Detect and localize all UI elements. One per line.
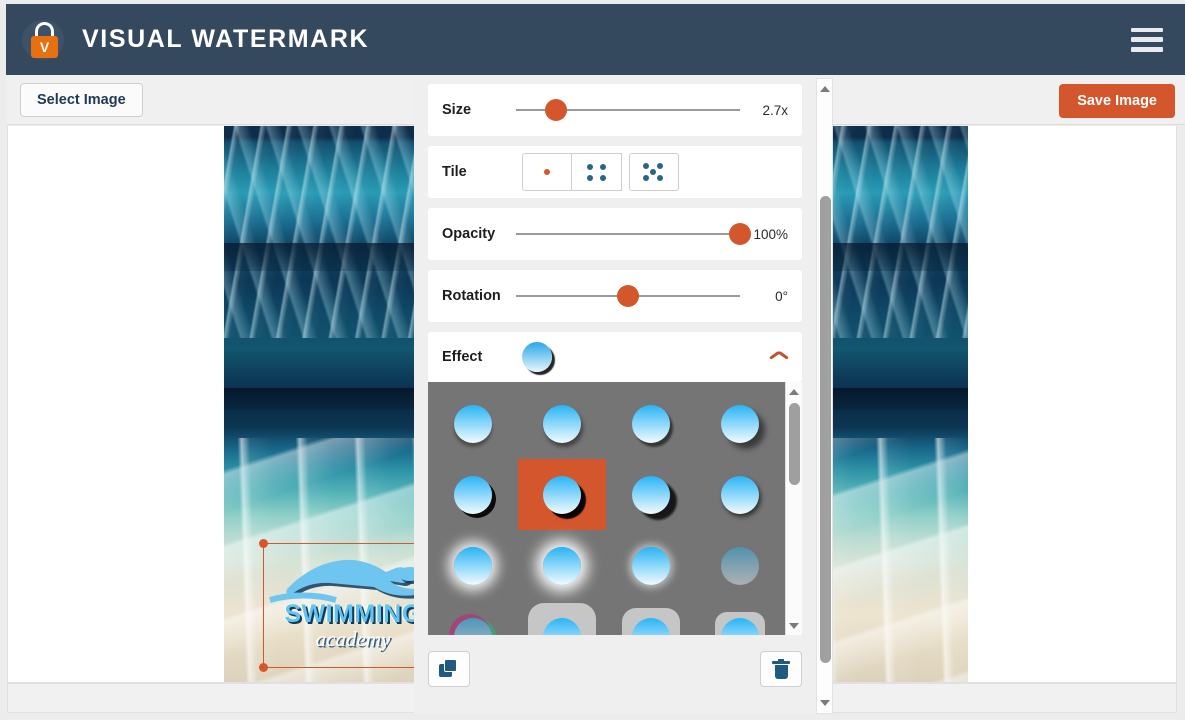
size-label: Size bbox=[442, 102, 472, 118]
effect-item-shadow-soft-bottom[interactable] bbox=[429, 388, 517, 459]
tile-label: Tile bbox=[442, 164, 467, 180]
rotation-value: 0° bbox=[775, 288, 788, 304]
effect-swatch bbox=[632, 617, 671, 635]
effect-item-glow-white-soft[interactable] bbox=[429, 530, 517, 601]
brand-logo[interactable]: V VISUAL WATERMARK bbox=[22, 17, 369, 63]
effect-swatch bbox=[721, 546, 760, 585]
effect-swatch bbox=[721, 404, 760, 443]
panel-scroll-down-button[interactable] bbox=[817, 695, 832, 711]
effect-item-shadow-blur-large[interactable] bbox=[696, 388, 784, 459]
effect-item-shadow-soft-offset[interactable] bbox=[518, 388, 606, 459]
effect-frame bbox=[622, 607, 681, 635]
copy-icon bbox=[439, 659, 459, 679]
rotation-slider[interactable] bbox=[516, 284, 740, 308]
resize-handle-bottom-left[interactable] bbox=[259, 663, 268, 672]
triangle-up-icon bbox=[819, 86, 830, 92]
effect-item-glow-white-strong[interactable] bbox=[518, 530, 606, 601]
effect-label: Effect bbox=[442, 349, 483, 365]
brand-name: VISUAL WATERMARK bbox=[82, 25, 370, 53]
opacity-row: Opacity 100% bbox=[428, 208, 802, 260]
effect-item-shadow-hard-offset[interactable] bbox=[607, 388, 695, 459]
effect-swatch bbox=[632, 546, 671, 585]
slider-track bbox=[516, 233, 740, 235]
panel-scroll-up-button[interactable] bbox=[817, 81, 832, 97]
effect-swatch bbox=[632, 404, 671, 443]
rotation-label: Rotation bbox=[442, 288, 501, 304]
duplicate-watermark-button[interactable] bbox=[428, 651, 470, 687]
resize-handle-top-left[interactable] bbox=[259, 539, 268, 548]
scroll-down-button[interactable] bbox=[786, 618, 802, 633]
effect-grid-items bbox=[428, 382, 785, 635]
hamburger-bar bbox=[1131, 27, 1163, 32]
effect-swatch bbox=[453, 546, 492, 585]
app-header: V VISUAL WATERMARK bbox=[6, 4, 1185, 75]
app-window: V VISUAL WATERMARK Select Image Save Ima… bbox=[0, 0, 1185, 720]
tile-option-group bbox=[522, 153, 679, 191]
effect-swatch bbox=[542, 475, 581, 514]
effect-swatch bbox=[721, 475, 760, 514]
opacity-label: Opacity bbox=[442, 226, 496, 242]
drop-shadow-circle-icon bbox=[522, 342, 552, 372]
effect-swatch bbox=[542, 617, 581, 635]
panel-scrollbar[interactable] bbox=[816, 78, 833, 714]
effect-swatch bbox=[453, 617, 492, 635]
single-dot-icon bbox=[544, 169, 550, 175]
tile-row: Tile bbox=[428, 146, 802, 198]
effect-item-frame-rounded-medium[interactable] bbox=[607, 601, 695, 635]
select-image-button[interactable]: Select Image bbox=[20, 83, 143, 117]
effect-frame bbox=[715, 611, 766, 635]
effect-swatch bbox=[542, 546, 581, 585]
effect-item-frame-rounded-thick[interactable] bbox=[518, 601, 606, 635]
effect-item-fade-translucent[interactable] bbox=[696, 530, 784, 601]
effect-swatch bbox=[542, 404, 581, 443]
tile-option-diamond[interactable] bbox=[629, 153, 679, 191]
effect-swatch bbox=[453, 475, 492, 514]
save-image-button[interactable]: Save Image bbox=[1059, 84, 1175, 118]
rotation-slider-knob[interactable] bbox=[617, 285, 639, 307]
effect-item-selected[interactable] bbox=[517, 459, 606, 530]
size-slider[interactable] bbox=[516, 98, 740, 122]
tile-option-grid[interactable] bbox=[572, 153, 622, 191]
size-slider-knob[interactable] bbox=[545, 99, 568, 121]
scrollbar-thumb[interactable] bbox=[789, 403, 800, 485]
effect-item-shadow-hard-right[interactable] bbox=[607, 459, 695, 530]
triangle-down-icon bbox=[789, 622, 799, 629]
effect-grid[interactable] bbox=[428, 382, 802, 635]
rotation-row: Rotation 0° bbox=[428, 270, 802, 322]
opacity-slider[interactable] bbox=[516, 222, 751, 246]
watermark-settings-panel: Size 2.7x Tile Opacity 100% Rotation 0° … bbox=[414, 78, 816, 714]
watermark-actions bbox=[428, 646, 802, 692]
triangle-up-icon bbox=[789, 388, 799, 395]
panel-scrollbar-thumb[interactable] bbox=[820, 196, 831, 663]
hamburger-bar bbox=[1131, 47, 1163, 52]
effect-item-shadow-blur-medium[interactable] bbox=[696, 459, 784, 530]
size-row: Size 2.7x bbox=[428, 84, 802, 136]
scroll-up-button[interactable] bbox=[786, 384, 802, 399]
tile-option-single[interactable] bbox=[522, 153, 572, 191]
padlock-v-icon: V bbox=[22, 17, 68, 63]
effect-swatch bbox=[453, 404, 492, 443]
triangle-down-icon bbox=[819, 700, 830, 706]
four-dot-grid-icon bbox=[586, 161, 608, 183]
effect-swatch bbox=[632, 475, 671, 514]
effect-grid-scrollbar[interactable] bbox=[785, 382, 802, 635]
delete-watermark-button[interactable] bbox=[760, 651, 802, 687]
hamburger-bar bbox=[1131, 37, 1163, 42]
padlock-body: V bbox=[31, 35, 58, 58]
size-value: 2.7x bbox=[762, 102, 788, 118]
effect-frame bbox=[527, 602, 596, 635]
trash-icon bbox=[772, 659, 790, 679]
five-dot-diamond-icon bbox=[642, 161, 666, 183]
effect-row[interactable]: Effect bbox=[428, 332, 802, 382]
opacity-slider-knob[interactable] bbox=[729, 223, 751, 245]
hamburger-menu-icon[interactable] bbox=[1131, 27, 1163, 52]
effect-item-frame-rounded-thin[interactable] bbox=[696, 601, 784, 635]
chevron-up-icon[interactable] bbox=[770, 352, 788, 363]
effect-swatch bbox=[721, 617, 760, 635]
effect-item-glow-white-faint[interactable] bbox=[607, 530, 695, 601]
effect-item-chromatic-edge[interactable] bbox=[429, 601, 517, 635]
effect-item-shadow-hard-solid[interactable] bbox=[429, 459, 517, 530]
